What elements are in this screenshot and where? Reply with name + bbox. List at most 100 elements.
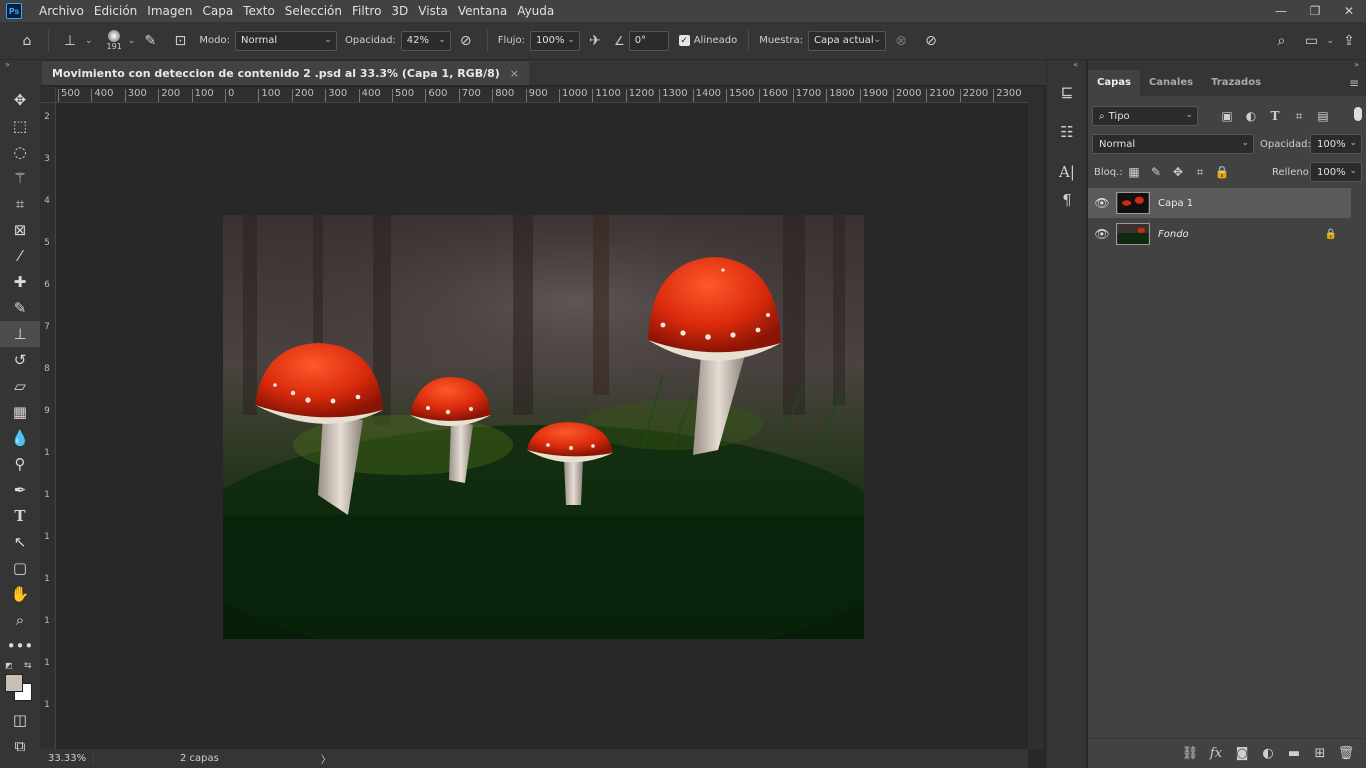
default-colors-icon[interactable]: ◩ — [5, 661, 13, 670]
chevron-down-icon[interactable]: ⌄ — [85, 36, 93, 46]
eraser-tool-icon[interactable]: ▱ — [0, 373, 40, 399]
dodge-tool-icon[interactable]: ⚲ — [0, 451, 40, 477]
swap-colors-icon[interactable]: ⇆ — [24, 661, 32, 671]
foreground-color-swatch[interactable] — [5, 674, 23, 692]
gradient-tool-icon[interactable]: ▦ — [0, 399, 40, 425]
opacity-input[interactable]: 42% ⌄ — [400, 30, 451, 51]
history-brush-tool-icon[interactable]: ↺ — [0, 347, 40, 373]
character-panel-icon[interactable]: A| — [1047, 158, 1087, 186]
angle-input[interactable]: 0° — [628, 30, 669, 51]
blur-tool-icon[interactable]: 💧 — [0, 425, 40, 451]
pen-tool-icon[interactable]: ✒ — [0, 477, 40, 503]
layer-opacity-input[interactable]: 100% ⌄ — [1310, 134, 1362, 154]
blend-mode-select[interactable]: Normal ⌄ — [1092, 134, 1254, 154]
visibility-eye-icon[interactable]: 👁 — [1088, 196, 1116, 210]
link-layers-icon[interactable]: ⛓ — [1177, 746, 1203, 761]
more-tools-icon[interactable]: ••• — [0, 633, 40, 659]
lock-artboard-icon[interactable]: ⌗ — [1191, 163, 1209, 181]
lock-position-icon[interactable]: ✥ — [1169, 163, 1187, 181]
menu-imagen[interactable]: Imagen — [142, 0, 197, 22]
magic-wand-tool-icon[interactable]: ⚚ — [0, 165, 40, 191]
pressure-size-icon[interactable]: ⊘ — [920, 30, 942, 52]
filter-type-icon[interactable]: T — [1266, 107, 1284, 125]
layer-row-fondo[interactable]: 👁 Fondo 🔒 — [1088, 219, 1351, 249]
clone-stamp-preset-icon[interactable]: ⊥ — [59, 30, 81, 52]
layer-row-capa-1[interactable]: 👁 Capa 1 — [1088, 188, 1351, 218]
layer-style-icon[interactable]: fx — [1203, 746, 1229, 761]
brush-settings-panel-icon[interactable]: ☷ — [1047, 118, 1087, 146]
path-selection-tool-icon[interactable]: ↖ — [0, 529, 40, 555]
move-tool-icon[interactable]: ✥ — [0, 87, 40, 113]
healing-brush-tool-icon[interactable]: ✚ — [0, 269, 40, 295]
brush-size-picker[interactable]: 191 — [107, 30, 122, 51]
crop-tool-icon[interactable]: ⌗ — [0, 191, 40, 217]
menu-3d[interactable]: 3D — [386, 0, 413, 22]
rectangle-tool-icon[interactable]: ▢ — [0, 555, 40, 581]
filter-pixel-icon[interactable]: ▣ — [1218, 107, 1236, 125]
layer-name[interactable]: Capa 1 — [1158, 198, 1193, 209]
collapse-icon[interactable]: » — [0, 60, 40, 72]
mode-select[interactable]: Normal ⌄ — [234, 30, 337, 51]
tab-trazados[interactable]: Trazados — [1202, 70, 1270, 96]
eyedropper-tool-icon[interactable]: ⁄ — [0, 243, 40, 269]
type-tool-icon[interactable]: T — [0, 503, 40, 529]
filter-toggle[interactable] — [1354, 107, 1362, 121]
document-image[interactable] — [223, 215, 864, 639]
aligned-checkbox[interactable]: ✓ — [678, 35, 690, 46]
home-icon[interactable]: ⌂ — [16, 30, 38, 52]
menu-texto[interactable]: Texto — [238, 0, 280, 22]
screen-mode-icon[interactable]: ⧉ — [0, 733, 40, 759]
vertical-ruler[interactable]: 2 3 4 5 6 7 8 9 1 1 1 1 1 1 1 — [40, 103, 56, 749]
filter-smart-object-icon[interactable]: ▤ — [1314, 107, 1332, 125]
minimize-button[interactable]: — — [1264, 0, 1298, 22]
filter-shape-icon[interactable]: ⌗ — [1290, 107, 1308, 125]
new-group-icon[interactable]: ▬ — [1281, 746, 1307, 761]
menu-filtro[interactable]: Filtro — [347, 0, 386, 22]
quick-mask-icon[interactable]: ◫ — [0, 707, 40, 733]
pressure-opacity-icon[interactable]: ⊘ — [455, 30, 477, 52]
brush-settings-icon[interactable]: ✎ — [139, 30, 161, 52]
delete-layer-icon[interactable]: 🗑 — [1333, 746, 1359, 761]
layer-filter-select[interactable]: ⌕ Tipo ⌄ — [1092, 106, 1198, 126]
collapse-icon[interactable]: « — [1047, 60, 1086, 72]
close-button[interactable]: ✕ — [1332, 0, 1366, 22]
tab-capas[interactable]: Capas — [1088, 70, 1140, 96]
menu-ayuda[interactable]: Ayuda — [512, 0, 559, 22]
clone-source-icon[interactable]: ⊡ — [169, 30, 191, 52]
marquee-tool-icon[interactable]: ⬚ — [0, 113, 40, 139]
zoom-tool-icon[interactable]: ⌕ — [0, 607, 40, 633]
menu-capa[interactable]: Capa — [197, 0, 238, 22]
clone-stamp-tool-icon[interactable]: ⊥ — [0, 321, 40, 347]
layer-name[interactable]: Fondo — [1158, 229, 1189, 240]
zoom-level[interactable]: 33.33% — [40, 753, 94, 764]
paragraph-panel-icon[interactable]: ¶ — [1047, 186, 1087, 214]
lasso-tool-icon[interactable]: ◌ — [0, 139, 40, 165]
tab-canales[interactable]: Canales — [1140, 70, 1202, 96]
brush-tool-icon[interactable]: ✎ — [0, 295, 40, 321]
adjustment-layer-icon[interactable]: ◐ — [1255, 746, 1281, 761]
visibility-eye-icon[interactable]: 👁 — [1088, 227, 1116, 241]
document-tab[interactable]: Movimiento con deteccion de contenido 2 … — [42, 60, 530, 85]
vertical-scrollbar[interactable] — [1028, 87, 1044, 749]
add-mask-icon[interactable]: ◙ — [1229, 746, 1255, 761]
flow-input[interactable]: 100% ⌄ — [529, 30, 580, 51]
ruler-origin[interactable] — [40, 87, 56, 103]
close-tab-icon[interactable]: × — [510, 67, 519, 80]
workspace-icon[interactable]: ▭ — [1300, 30, 1322, 52]
menu-edicion[interactable]: Edición — [89, 0, 142, 22]
frame-tool-icon[interactable]: ⊠ — [0, 217, 40, 243]
share-icon[interactable]: ⇪ — [1338, 30, 1360, 52]
menu-ventana[interactable]: Ventana — [453, 0, 512, 22]
collapse-icon[interactable]: » — [1088, 60, 1366, 70]
chevron-down-icon[interactable]: ⌄ — [1326, 36, 1334, 46]
chevron-down-icon[interactable]: ⌄ — [128, 36, 136, 46]
horizontal-ruler[interactable]: 500 400 300 200 100 0 100 200 300 400 500 600 700 800… — [56, 87, 1028, 103]
filter-adjustment-icon[interactable]: ◐ — [1242, 107, 1260, 125]
history-panel-icon[interactable]: ⊑ — [1047, 78, 1087, 106]
menu-seleccion[interactable]: Selección — [280, 0, 347, 22]
menu-archivo[interactable]: Archivo — [34, 0, 89, 22]
restore-button[interactable]: ❐ — [1298, 0, 1332, 22]
new-layer-icon[interactable]: ⊞ — [1307, 746, 1333, 761]
airbrush-icon[interactable]: ✈ — [584, 30, 606, 52]
hand-tool-icon[interactable]: ✋ — [0, 581, 40, 607]
